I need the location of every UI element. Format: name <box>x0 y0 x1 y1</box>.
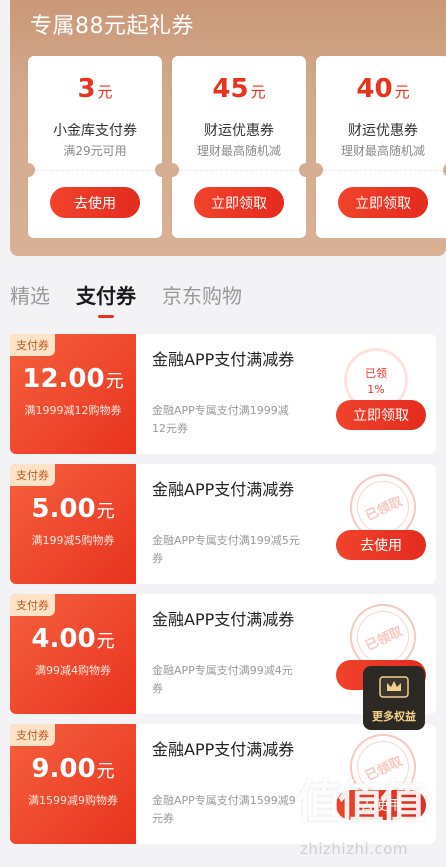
use-button[interactable]: 去使用 <box>50 187 140 218</box>
coupon-subtitle: 金融APP专属支付满1599减9元券 <box>152 794 296 825</box>
coupon-tag: 支付券 <box>10 594 55 616</box>
coupon-title: 金融APP支付满减券 <box>152 480 295 499</box>
gift-name: 财运优惠券 <box>204 123 274 139</box>
coupon-tag: 支付券 <box>10 334 55 356</box>
gift-card[interactable]: 40 元 财运优惠券 理财最高随机减 立即领取 <box>309 56 446 238</box>
watermark-logo: 值值值 <box>296 775 426 829</box>
tab-featured[interactable]: 精选 <box>10 280 50 312</box>
tab-jd-shopping[interactable]: 京东购物 <box>162 280 242 312</box>
gift-title: 专属88元起礼券 <box>30 14 194 39</box>
gift-amount: 3元 <box>77 74 113 104</box>
coupon-amount: 12.00元 <box>22 364 124 394</box>
divider <box>36 170 154 171</box>
coupon-value-panel: 支付券 9.00元 满1599减9购物券 <box>10 724 142 844</box>
coupon-condition: 满1599减9购物券 <box>28 794 118 807</box>
gift-name: 财运优惠券 <box>348 123 418 139</box>
coupon-title: 金融APP支付满减券 <box>152 610 295 629</box>
coupon-condition: 满1999减12购物券 <box>24 404 122 417</box>
coupon-amount: 4.00元 <box>31 624 115 654</box>
gift-banner: 专属88元起礼券 3元 小金库支付券 满29元可用 去使用 45 元 财运优惠券 … <box>10 0 446 256</box>
gift-amount: 40 元 <box>356 74 410 104</box>
coupon-card: 支付券 12.00元 满1999减12购物券 金融APP支付满减券 金融APP专… <box>10 334 436 454</box>
more-benefits-label: 更多权益 <box>372 710 416 723</box>
claim-button[interactable]: 立即领取 <box>336 400 426 430</box>
coupon-condition: 满199减5购物券 <box>31 534 115 547</box>
tab-bar: 精选 支付券 京东购物 <box>10 280 268 312</box>
divider <box>324 170 442 171</box>
tab-payment-coupons[interactable]: 支付券 <box>76 280 136 312</box>
more-benefits-button[interactable]: 更多权益 <box>363 666 425 730</box>
gift-desc: 满29元可用 <box>63 144 127 158</box>
use-button[interactable]: 去使用 <box>336 530 426 560</box>
coupon-condition: 满99减4购物券 <box>35 664 111 677</box>
coupon-title: 金融APP支付满减券 <box>152 740 295 759</box>
coupon-value-panel: 支付券 5.00元 满199减5购物券 <box>10 464 142 584</box>
coupon-tag: 支付券 <box>10 464 55 486</box>
claim-button[interactable]: 立即领取 <box>194 187 284 218</box>
coupon-subtitle: 金融APP专属支付满1999减12元券 <box>152 404 289 435</box>
coupon-subtitle: 金融APP专属支付满199减5元券 <box>152 534 300 565</box>
gift-desc: 理财最高随机减 <box>340 144 425 158</box>
watermark-url: zhizhizhi.com <box>300 840 408 858</box>
coupon-amount: 9.00元 <box>31 754 115 784</box>
coupon-amount: 5.00元 <box>31 494 115 524</box>
gift-name: 小金库支付券 <box>53 123 137 139</box>
coupon-subtitle: 金融APP专属支付满99减4元券 <box>152 664 293 695</box>
gift-card[interactable]: 45 元 财运优惠券 理财最高随机减 立即领取 <box>165 56 313 238</box>
coupon-tag: 支付券 <box>10 724 55 746</box>
coupon-value-panel: 支付券 4.00元 满99减4购物券 <box>10 594 142 714</box>
coupon-title: 金融APP支付满减券 <box>152 350 295 369</box>
coupon-value-panel: 支付券 12.00元 满1999减12购物券 <box>10 334 142 454</box>
claim-button[interactable]: 立即领取 <box>338 187 428 218</box>
gift-amount: 45 元 <box>212 74 266 104</box>
gift-desc: 理财最高随机减 <box>196 144 281 158</box>
crown-badge-icon <box>379 676 409 698</box>
divider <box>180 170 298 171</box>
coupon-card: 支付券 5.00元 满199减5购物券 金融APP支付满减券 金融APP专属支付… <box>10 464 436 584</box>
gift-card[interactable]: 3元 小金库支付券 满29元可用 去使用 <box>21 56 169 238</box>
